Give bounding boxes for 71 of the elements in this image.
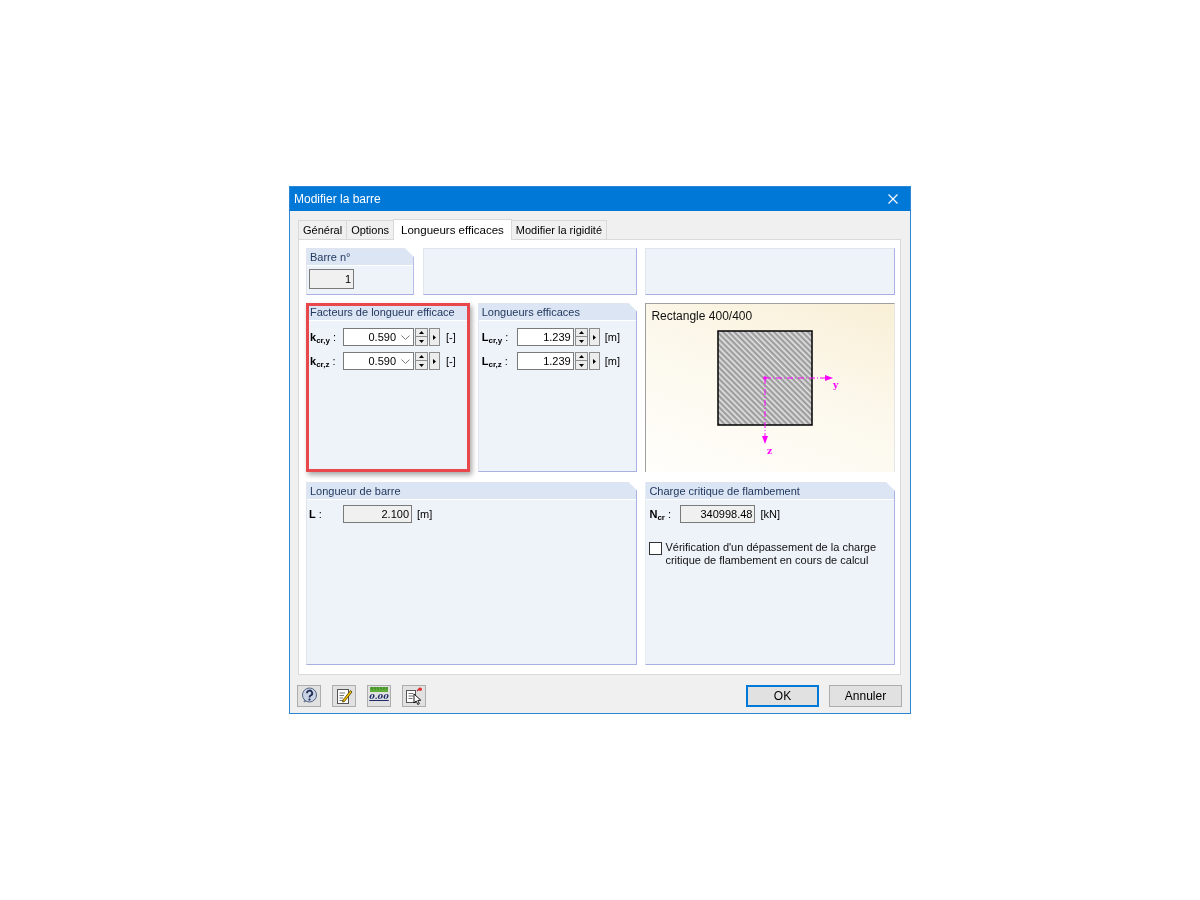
field-label: L : <box>309 507 323 522</box>
field-label: k$_{cr,y}$ : <box>310 330 338 346</box>
document-cursor-icon <box>405 687 423 705</box>
unit-label: [m] <box>417 506 433 522</box>
number-field[interactable]: 1.239 <box>516 352 574 370</box>
help-icon <box>300 687 318 705</box>
ruler-icon <box>370 687 388 692</box>
up-arrow-icon <box>419 355 424 358</box>
up-arrow-icon <box>578 331 584 334</box>
spin-up-button[interactable] <box>415 328 428 337</box>
tab[interactable]: Général <box>298 220 348 239</box>
up-arrow-icon <box>578 355 584 358</box>
spin-down-button[interactable] <box>415 361 428 370</box>
number-field[interactable]: 2.100 <box>343 505 412 523</box>
down-arrow-icon <box>419 363 424 367</box>
spin-down-button[interactable] <box>415 337 428 346</box>
tab[interactable]: Modifier la rigidité <box>510 220 607 239</box>
spin-down-button[interactable] <box>574 337 588 346</box>
group-title: Longueur de barre <box>307 483 637 500</box>
close-icon <box>888 194 898 204</box>
menu-button[interactable] <box>429 352 440 370</box>
chevron-down-icon <box>401 359 410 364</box>
combo-field[interactable]: 0.590 <box>343 352 414 370</box>
up-arrow-icon <box>419 331 424 334</box>
unit-label: [-] <box>446 329 456 345</box>
number-field[interactable]: 1.239 <box>516 328 574 346</box>
dialog-button[interactable]: OK <box>746 685 819 707</box>
window-title: Modifier la barre <box>294 191 381 207</box>
unit-label: [kN] <box>760 506 780 522</box>
menu-button[interactable] <box>588 328 600 346</box>
number-format-button[interactable]: 0.00 <box>367 685 391 707</box>
group-title: Facteurs de longueur efficace <box>307 304 469 321</box>
tab[interactable]: Longueurs efficaces <box>393 219 512 240</box>
group-title: Charge critique de flambement <box>646 483 894 500</box>
checkbox-label: Vérification d'un dépassement de la charge critique de flambement en cours de calcul <box>665 541 878 567</box>
spin-up-button[interactable] <box>574 352 588 361</box>
unit-label: [m] <box>604 329 620 345</box>
help-button[interactable] <box>297 685 321 707</box>
menu-button[interactable] <box>588 352 600 370</box>
select-button[interactable] <box>402 685 426 707</box>
field-label: N$_{cr}$ : <box>649 507 673 523</box>
combo-field[interactable]: 0.590 <box>343 328 414 346</box>
down-arrow-icon <box>578 363 584 367</box>
right-arrow-icon <box>433 334 436 340</box>
right-arrow-icon <box>592 334 596 340</box>
number-field[interactable]: 1 <box>309 269 354 289</box>
dialog-button[interactable]: Annuler <box>829 685 902 707</box>
field-label: L$_{cr,y}$ : <box>481 330 510 346</box>
group-title: Longueurs efficaces <box>478 304 637 321</box>
chevron-down-icon <box>401 335 410 340</box>
down-arrow-icon <box>419 339 424 343</box>
notepad-pencil-icon <box>335 687 353 705</box>
group-title: Barre n° <box>307 249 413 266</box>
unit-label: [m] <box>604 353 620 369</box>
axis-label: y <box>833 380 839 390</box>
menu-button[interactable] <box>429 328 440 346</box>
field-label: k$_{cr,z}$ : <box>310 354 337 370</box>
unit-label: [-] <box>446 353 456 369</box>
spin-up-button[interactable] <box>415 352 428 361</box>
down-arrow-icon <box>578 339 584 343</box>
number-field[interactable]: 340998.48 <box>680 505 756 523</box>
spin-down-button[interactable] <box>574 361 588 370</box>
checkbox[interactable] <box>649 542 663 555</box>
edit-button[interactable] <box>332 685 356 707</box>
section-title: Rectangle 400/400 <box>651 309 753 324</box>
right-arrow-icon <box>433 358 436 364</box>
right-arrow-icon <box>592 358 596 364</box>
tab[interactable]: Options <box>346 220 395 239</box>
field-label: L$_{cr,z}$ : <box>481 354 509 370</box>
axis-label: z <box>767 446 773 456</box>
spin-up-button[interactable] <box>574 328 588 337</box>
